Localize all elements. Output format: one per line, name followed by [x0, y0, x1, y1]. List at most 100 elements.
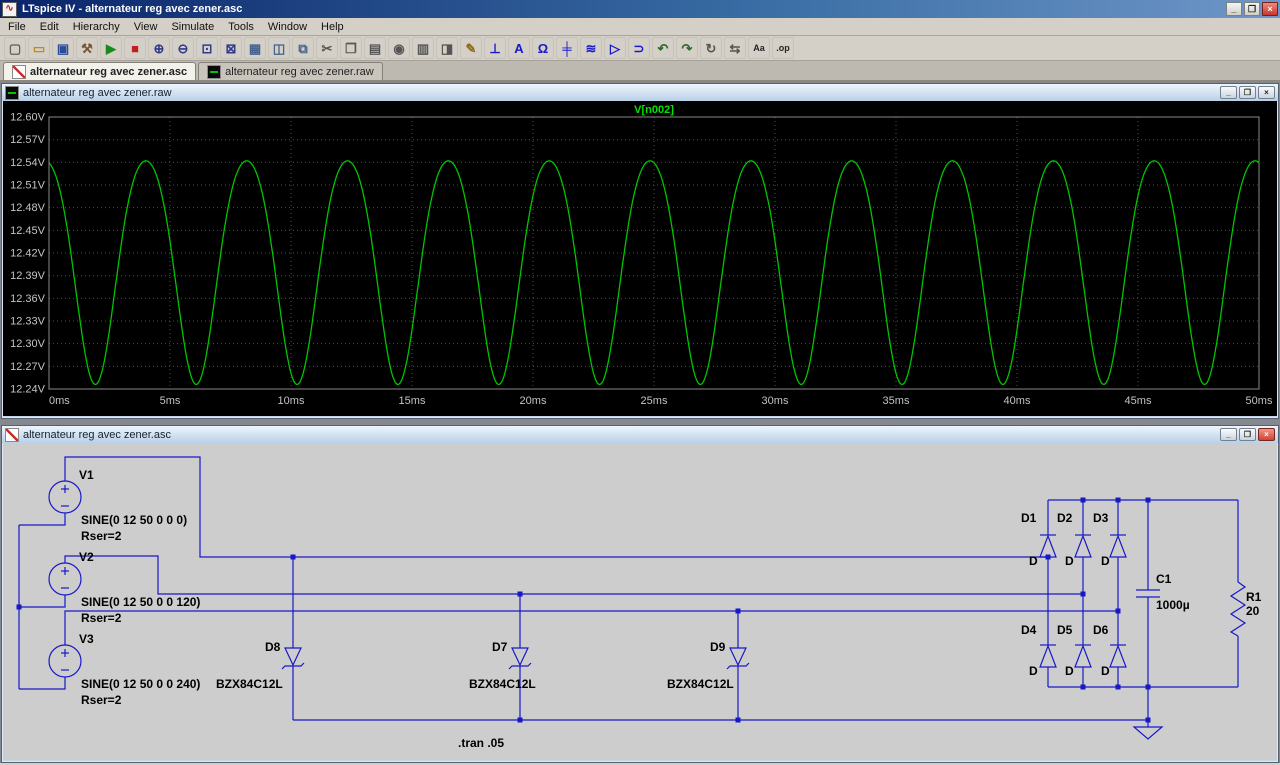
- mirror-icon[interactable]: ⇆: [724, 37, 746, 59]
- zoom-full-extents-icon[interactable]: ⊠: [220, 37, 242, 59]
- component-name[interactable]: R1: [1246, 590, 1262, 604]
- print-preview-icon[interactable]: ◨: [436, 37, 458, 59]
- component-name[interactable]: D5: [1057, 623, 1073, 637]
- minimize-button[interactable]: _: [1220, 86, 1237, 99]
- component-name[interactable]: D2: [1057, 511, 1073, 525]
- find-icon[interactable]: ◉: [388, 37, 410, 59]
- place-resistor-icon[interactable]: Ω: [532, 37, 554, 59]
- component-value[interactable]: 20: [1246, 604, 1260, 618]
- zoom-in-icon[interactable]: ⊕: [148, 37, 170, 59]
- component-value[interactable]: D: [1029, 554, 1038, 568]
- component-d4[interactable]: [1040, 645, 1056, 667]
- component-name[interactable]: D8: [265, 640, 281, 654]
- restore-button[interactable]: ❐: [1239, 428, 1256, 441]
- menu-hierarchy[interactable]: Hierarchy: [66, 20, 127, 34]
- save-icon[interactable]: ▣: [52, 37, 74, 59]
- new-schematic-icon[interactable]: ▢: [4, 37, 26, 59]
- component-d7[interactable]: [509, 648, 531, 669]
- text-tool-icon[interactable]: Aa: [748, 37, 770, 59]
- schematic-pane[interactable]: V1 SINE(0 12 50 0 0 0) Rser=2 V2 SINE(0 …: [3, 443, 1277, 760]
- component-d5[interactable]: [1075, 645, 1091, 667]
- component-d2[interactable]: [1075, 535, 1091, 557]
- menu-simulate[interactable]: Simulate: [164, 20, 221, 34]
- close-button[interactable]: ×: [1258, 86, 1275, 99]
- schematic-window-titlebar[interactable]: alternateur reg avec zener.asc _ ❐ ×: [2, 426, 1278, 443]
- component-value[interactable]: Rser=2: [81, 693, 122, 707]
- spice-directive[interactable]: .tran .05: [458, 736, 504, 750]
- show-grid-icon[interactable]: ▦: [244, 37, 266, 59]
- component-d9[interactable]: [727, 648, 749, 669]
- component-d1[interactable]: [1040, 535, 1056, 557]
- component-value[interactable]: BZX84C12L: [469, 677, 536, 691]
- component-c1[interactable]: [1136, 590, 1160, 597]
- waveform-canvas[interactable]: 12.60V12.57V12.54V12.51V12.48V12.45V12.4…: [3, 101, 1279, 416]
- component-name[interactable]: D3: [1093, 511, 1109, 525]
- component-d8[interactable]: [282, 648, 304, 669]
- restore-button[interactable]: ❐: [1239, 86, 1256, 99]
- component-v2[interactable]: [49, 563, 81, 595]
- component-value[interactable]: D: [1065, 554, 1074, 568]
- place-label-icon[interactable]: A: [508, 37, 530, 59]
- component-name[interactable]: V1: [79, 468, 94, 482]
- redo-icon[interactable]: ↷: [676, 37, 698, 59]
- component-value[interactable]: SINE(0 12 50 0 0 120): [81, 595, 200, 609]
- menu-window[interactable]: Window: [261, 20, 314, 34]
- zoom-out-icon[interactable]: ⊖: [172, 37, 194, 59]
- menu-tools[interactable]: Tools: [221, 20, 261, 34]
- waveform-pane[interactable]: 12.60V12.57V12.54V12.51V12.48V12.45V12.4…: [3, 101, 1277, 416]
- place-capacitor-icon[interactable]: ╪: [556, 37, 578, 59]
- component-name[interactable]: V2: [79, 550, 94, 564]
- spice-directive-icon[interactable]: .op: [772, 37, 794, 59]
- component-d3[interactable]: [1110, 535, 1126, 557]
- component-name[interactable]: D1: [1021, 511, 1037, 525]
- component-value[interactable]: D: [1101, 554, 1110, 568]
- place-ground-icon[interactable]: ⊥: [484, 37, 506, 59]
- print-icon[interactable]: ▥: [412, 37, 434, 59]
- menu-edit[interactable]: Edit: [33, 20, 66, 34]
- menu-help[interactable]: Help: [314, 20, 351, 34]
- component-v1[interactable]: [49, 481, 81, 513]
- component-value[interactable]: BZX84C12L: [216, 677, 283, 691]
- menu-file[interactable]: File: [1, 20, 33, 34]
- minimize-button[interactable]: _: [1220, 428, 1237, 441]
- component-v3[interactable]: [49, 645, 81, 677]
- component-name[interactable]: D6: [1093, 623, 1109, 637]
- component-value[interactable]: Rser=2: [81, 529, 122, 543]
- copy-icon[interactable]: ❐: [340, 37, 362, 59]
- component-value[interactable]: BZX84C12L: [667, 677, 734, 691]
- component-r1[interactable]: [1231, 582, 1245, 636]
- undo-icon[interactable]: ↶: [652, 37, 674, 59]
- cascade-windows-icon[interactable]: ⧉: [292, 37, 314, 59]
- component-d6[interactable]: [1110, 645, 1126, 667]
- ground-symbol[interactable]: [1134, 727, 1162, 739]
- close-button[interactable]: ×: [1262, 2, 1278, 16]
- minimize-button[interactable]: _: [1226, 2, 1242, 16]
- place-inductor-icon[interactable]: ≋: [580, 37, 602, 59]
- component-value[interactable]: 1000µ: [1156, 598, 1190, 612]
- zoom-area-icon[interactable]: ⊡: [196, 37, 218, 59]
- tab-waveform-file[interactable]: alternateur reg avec zener.raw: [198, 62, 383, 80]
- menu-view[interactable]: View: [127, 20, 165, 34]
- component-value[interactable]: D: [1101, 664, 1110, 678]
- component-value[interactable]: SINE(0 12 50 0 0 0): [81, 513, 187, 527]
- component-name[interactable]: D9: [710, 640, 726, 654]
- run-icon[interactable]: ▶: [100, 37, 122, 59]
- close-button[interactable]: ×: [1258, 428, 1275, 441]
- component-value[interactable]: D: [1065, 664, 1074, 678]
- component-name[interactable]: C1: [1156, 572, 1172, 586]
- control-panel-icon[interactable]: ⚒: [76, 37, 98, 59]
- halt-icon[interactable]: ■: [124, 37, 146, 59]
- component-value[interactable]: SINE(0 12 50 0 0 240): [81, 677, 200, 691]
- component-name[interactable]: D7: [492, 640, 508, 654]
- component-name[interactable]: V3: [79, 632, 94, 646]
- rotate-icon[interactable]: ↻: [700, 37, 722, 59]
- tile-windows-icon[interactable]: ◫: [268, 37, 290, 59]
- schematic-canvas[interactable]: V1 SINE(0 12 50 0 0 0) Rser=2 V2 SINE(0 …: [3, 443, 1279, 760]
- place-diode-icon[interactable]: ▷: [604, 37, 626, 59]
- component-name[interactable]: D4: [1021, 623, 1037, 637]
- draw-wire-icon[interactable]: ✎: [460, 37, 482, 59]
- cut-icon[interactable]: ✂: [316, 37, 338, 59]
- paste-icon[interactable]: ▤: [364, 37, 386, 59]
- open-file-icon[interactable]: ▭: [28, 37, 50, 59]
- waveform-window-titlebar[interactable]: alternateur reg avec zener.raw _ ❐ ×: [2, 84, 1278, 101]
